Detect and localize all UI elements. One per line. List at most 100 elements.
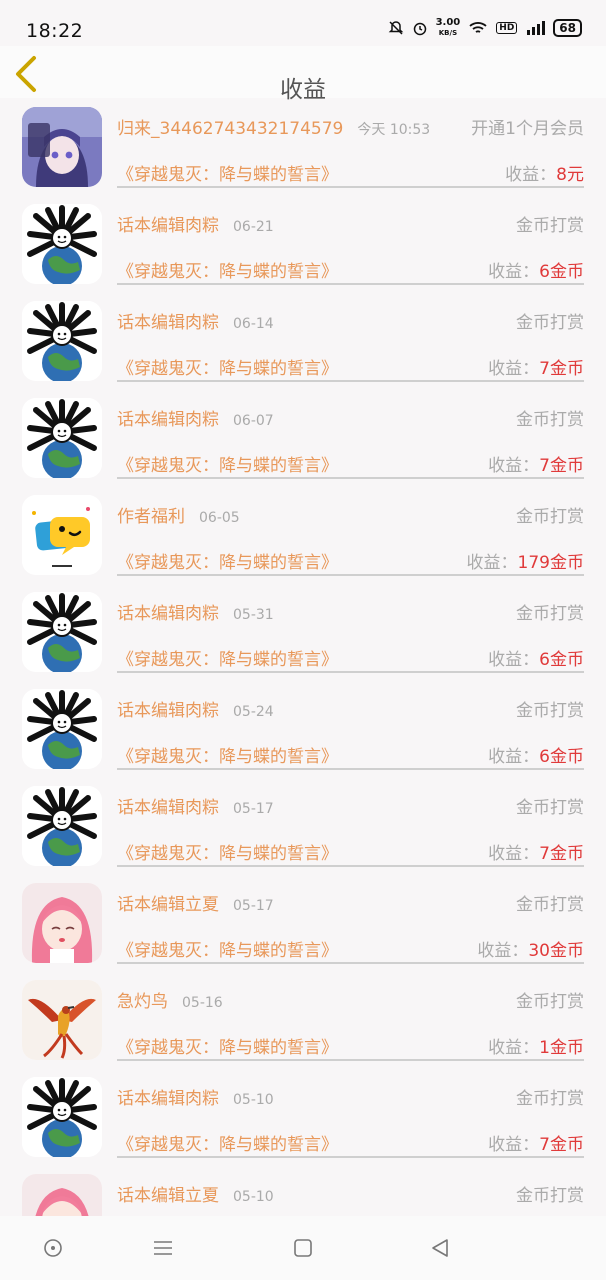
earnings-amount: 1金币: [539, 1038, 584, 1058]
hd-badge: HD: [496, 22, 518, 34]
list-item[interactable]: 话本编辑肉粽 05-10 金币打赏《穿越鬼灭：降与蝶的誓言》 收益：7金币: [0, 1068, 606, 1165]
earnings: 收益：6金币: [488, 257, 584, 282]
menu-icon[interactable]: [151, 1236, 175, 1260]
avatar[interactable]: [22, 398, 102, 478]
list-item[interactable]: 话本编辑肉粽 05-17 金币打赏 《穿越鬼灭：降与蝶的誓言》 收益：7金币: [0, 777, 606, 874]
book-title: 《穿越鬼灭：降与蝶的誓言》: [117, 650, 338, 670]
status-bar: 18:22 3.00 KB/S HD 68: [0, 0, 606, 46]
mute-bell-icon: [388, 21, 403, 35]
avatar[interactable]: [22, 1077, 102, 1157]
avatar[interactable]: [22, 592, 102, 672]
avatar[interactable]: [22, 107, 102, 187]
earnings: 收益：7金币: [488, 354, 584, 379]
user-name: 话本编辑肉粽 05-10: [117, 1089, 274, 1109]
divider: [117, 1059, 584, 1061]
earnings-amount: 6金币: [539, 650, 584, 670]
earnings-label: 收益：: [488, 359, 540, 379]
divider: [117, 962, 584, 964]
book-title: 《穿越鬼灭：降与蝶的誓言》: [117, 165, 338, 185]
record-type: 金币打赏: [516, 701, 584, 721]
book-title: 《穿越鬼灭：降与蝶的誓言》: [117, 1038, 338, 1058]
record-time: 06-07: [233, 413, 274, 429]
alarm-icon: [413, 22, 426, 36]
earnings: 收益：1金币: [488, 1033, 584, 1058]
avatar[interactable]: [22, 689, 102, 769]
user-name: 话本编辑立夏 05-17: [117, 895, 274, 915]
divider: [117, 477, 584, 479]
book-title: 《穿越鬼灭：降与蝶的誓言》: [117, 553, 338, 573]
earnings-amount: 7金币: [539, 456, 584, 476]
back-nav-icon[interactable]: [428, 1236, 452, 1260]
battery-indicator: 68: [553, 19, 582, 37]
list-item[interactable]: 话本编辑立夏 05-10 金币打赏: [0, 1165, 606, 1216]
record-time: 05-10: [233, 1189, 274, 1205]
record-time: 05-31: [233, 607, 274, 623]
list-item[interactable]: 急灼鸟 05-16 金币打赏 《穿越鬼灭：降与蝶的誓言》 收益：1金币: [0, 971, 606, 1068]
earnings: 收益：179金币: [467, 548, 584, 573]
record-time: 06-21: [233, 219, 274, 235]
book-title: 《穿越鬼灭：降与蝶的誓言》: [117, 456, 338, 476]
earnings: 收益：6金币: [488, 742, 584, 767]
divider: [117, 186, 584, 188]
earnings-label: 收益：: [466, 553, 518, 573]
status-time: 18:22: [26, 20, 84, 42]
record-time: 05-17: [233, 801, 274, 817]
earnings-amount: 7金币: [539, 359, 584, 379]
list-item[interactable]: 作者福利 06-05 金币打赏《穿越鬼灭：降与蝶的誓言》 收益：179金币: [0, 486, 606, 583]
record-time: 05-24: [233, 704, 274, 720]
list-item[interactable]: 话本编辑肉粽 06-14 金币打赏 《穿越鬼灭：降与蝶的誓言》 收益：7金币: [0, 292, 606, 389]
avatar[interactable]: [22, 301, 102, 381]
earnings-amount: 6金币: [539, 747, 584, 767]
earnings: 收益：6金币: [488, 645, 584, 670]
record-type: 金币打赏: [516, 313, 584, 333]
earnings-amount: 6金币: [539, 262, 584, 282]
list-item[interactable]: 话本编辑立夏 05-17 金币打赏 《穿越鬼灭：降与蝶的誓言》 收益：30金币: [0, 874, 606, 971]
home-icon[interactable]: [291, 1236, 315, 1260]
record-time: 06-14: [233, 316, 274, 332]
avatar[interactable]: [22, 786, 102, 866]
list-item[interactable]: 话本编辑肉粽 05-31 金币打赏 《穿越鬼灭：降与蝶的誓言》 收益：6金币: [0, 583, 606, 680]
record-type: 开通1个月会员: [471, 119, 584, 139]
record-type: 金币打赏: [516, 216, 584, 236]
earnings-label: 收益：: [488, 1135, 540, 1155]
record-type: 金币打赏: [516, 507, 584, 527]
record-time: 今天 10:53: [357, 122, 431, 138]
assistant-icon[interactable]: [41, 1236, 65, 1260]
status-icons: 3.00 KB/S HD 68: [388, 18, 582, 38]
book-title: 《穿越鬼灭：降与蝶的誓言》: [117, 262, 338, 282]
list-item[interactable]: 话本编辑肉粽 06-07 金币打赏 《穿越鬼灭：降与蝶的誓言》 收益：7金币: [0, 389, 606, 486]
record-time: 05-10: [233, 1092, 274, 1108]
header: 收益: [0, 46, 606, 103]
network-speed: 3.00 KB/S: [435, 17, 461, 38]
earnings-amount: 7金币: [539, 1135, 584, 1155]
earnings: 收益：7金币: [488, 839, 584, 864]
book-title: 《穿越鬼灭：降与蝶的誓言》: [117, 1135, 338, 1155]
avatar[interactable]: [22, 1174, 102, 1216]
user-name: 归来_3446274343217457​9 今天 10:53: [117, 119, 431, 139]
avatar[interactable]: [22, 495, 102, 575]
earnings-amount: 179金币: [517, 553, 584, 573]
user-name: 作者福利 06-05: [117, 507, 240, 527]
earnings: 收益：7金币: [488, 1130, 584, 1155]
record-type: 金币打赏: [516, 1089, 584, 1109]
record-type: 金币打赏: [516, 1186, 584, 1206]
divider: [117, 380, 584, 382]
record-type: 金币打赏: [516, 410, 584, 430]
avatar[interactable]: [22, 980, 102, 1060]
record-time: 05-17: [233, 898, 274, 914]
list-item[interactable]: 话本编辑肉粽 06-21 金币打赏 《穿越鬼灭：降与蝶的誓言》 收益：6金币: [0, 195, 606, 292]
list-item[interactable]: 话本编辑肉粽 05-24 金币打赏 《穿越鬼灭：降与蝶的誓言》 收益：6金币: [0, 680, 606, 777]
divider: [117, 865, 584, 867]
avatar[interactable]: [22, 204, 102, 284]
record-time: 05-16: [182, 995, 223, 1011]
earnings: 收益：7金币: [488, 451, 584, 476]
earnings-list[interactable]: 归来_3446274343217457​9 今天 10:53 开通1个月会员《穿越鬼…: [0, 98, 606, 1216]
system-navigation-bar: [0, 1216, 606, 1280]
list-item[interactable]: 归来_3446274343217457​9 今天 10:53 开通1个月会员《穿越鬼…: [0, 98, 606, 195]
avatar[interactable]: [22, 883, 102, 963]
earnings-label: 收益：: [488, 650, 540, 670]
earnings-label: 收益：: [505, 165, 557, 185]
earnings-label: 收益：: [488, 747, 540, 767]
user-name: 急灼鸟 05-16: [117, 992, 223, 1012]
record-type: 金币打赏: [516, 895, 584, 915]
